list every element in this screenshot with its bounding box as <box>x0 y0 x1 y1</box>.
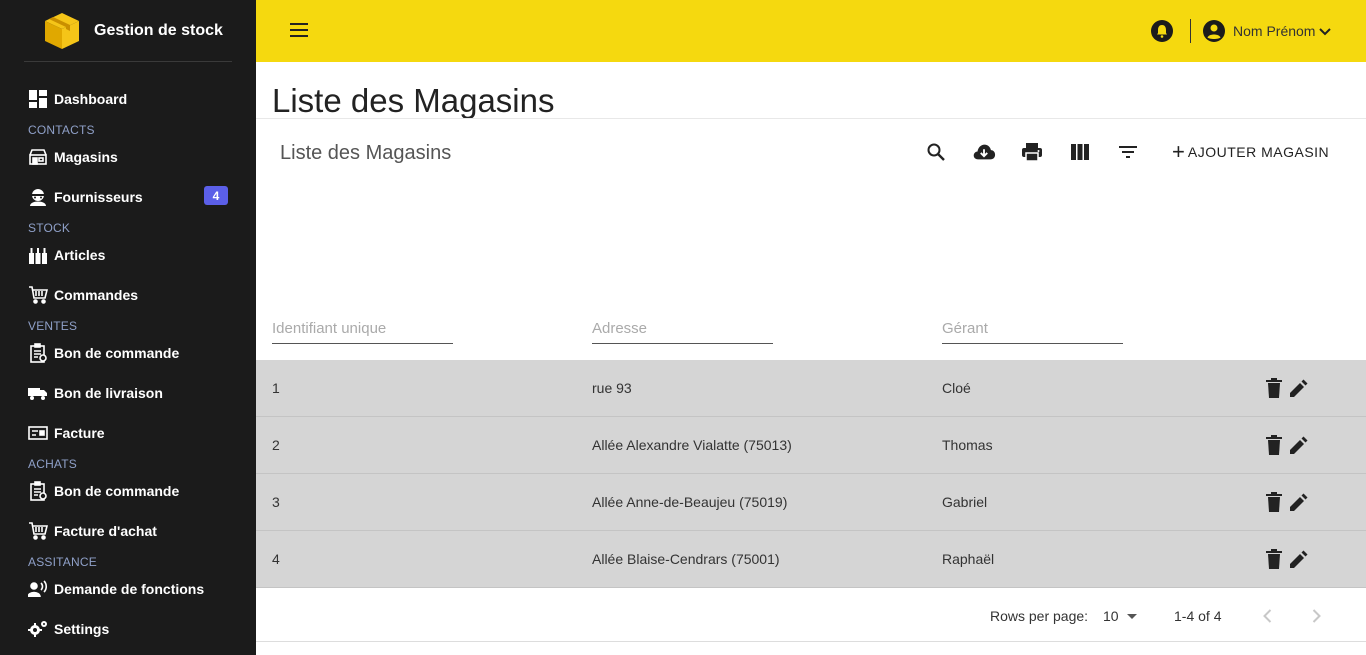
sidebar-item-label: Commandes <box>54 287 139 303</box>
menu-icon[interactable] <box>290 22 308 38</box>
section-contacts: CONTACTS <box>28 123 95 137</box>
edit-icon[interactable] <box>1288 491 1308 513</box>
sidebar-item-label: Bon de commande <box>54 483 180 499</box>
chevron-down-icon <box>1318 24 1332 38</box>
store-icon <box>28 147 48 167</box>
app-title: Gestion de stock <box>94 21 223 39</box>
cell-manager: Cloé <box>942 380 971 396</box>
caret-down-icon <box>1126 613 1137 619</box>
delete-icon[interactable] <box>1264 434 1284 456</box>
section-stock: STOCK <box>28 221 71 235</box>
sidebar-item-facture[interactable]: Facture <box>28 421 228 445</box>
sidebar-item-facture-achat[interactable]: Facture d'achat <box>28 519 228 543</box>
section-achats: ACHATS <box>28 457 77 471</box>
sidebar-item-articles[interactable]: Articles <box>28 243 228 267</box>
clipboard-icon <box>28 343 48 363</box>
cell-manager: Gabriel <box>942 494 988 510</box>
gears-icon <box>28 619 48 639</box>
sidebar-item-label: Demande de fonctions <box>54 581 205 597</box>
section-assistance: ASSITANCE <box>28 555 97 569</box>
search-icon[interactable] <box>924 140 948 164</box>
topbar: Nom Prénom <box>256 0 1366 62</box>
delete-icon[interactable] <box>1264 377 1284 399</box>
clipboard-icon <box>28 481 48 501</box>
table-row[interactable]: 3 Allée Anne-de-Beaujeu (75019) Gabriel <box>256 474 1366 531</box>
chevron-right-icon[interactable] <box>1304 604 1328 628</box>
sidebar: Gestion de stock Dashboard CONTACTS Maga… <box>0 0 256 655</box>
pagination-range: 1-4 of 4 <box>1174 608 1222 624</box>
sidebar-item-fournisseurs[interactable]: Fournisseurs 4 <box>28 185 228 209</box>
rows-per-page-select[interactable]: 10 <box>1103 606 1139 626</box>
count-badge: 4 <box>204 186 228 205</box>
chevron-left-icon[interactable] <box>1256 604 1280 628</box>
sidebar-item-dashboard[interactable]: Dashboard <box>28 87 228 111</box>
dashboard-icon <box>28 89 48 109</box>
id-filter-input[interactable]: Identifiant unique <box>272 318 453 344</box>
user-menu[interactable]: Nom Prénom <box>1202 19 1332 43</box>
manager-filter-input[interactable]: Gérant <box>942 318 1123 344</box>
sidebar-item-magasins[interactable]: Magasins <box>28 145 228 169</box>
cell-id: 2 <box>272 437 280 453</box>
delete-icon[interactable] <box>1264 548 1284 570</box>
sidebar-item-label: Dashboard <box>54 91 128 107</box>
truck-icon <box>28 383 48 403</box>
user-name: Nom Prénom <box>1233 23 1316 39</box>
edit-icon[interactable] <box>1288 434 1308 456</box>
address-filter-input[interactable]: Adresse <box>592 318 773 344</box>
sidebar-item-label: Facture <box>54 425 105 441</box>
sidebar-item-label: Articles <box>54 247 106 263</box>
voice-icon <box>28 579 48 599</box>
download-icon[interactable] <box>972 140 996 164</box>
pagination: Rows per page: 10 1-4 of 4 <box>256 588 1366 642</box>
edit-icon[interactable] <box>1288 377 1308 399</box>
delete-icon[interactable] <box>1264 491 1284 513</box>
cell-id: 3 <box>272 494 280 510</box>
cart-icon <box>28 521 48 541</box>
sidebar-item-commandes[interactable]: Commandes <box>28 283 228 307</box>
cell-address: Allée Anne-de-Beaujeu (75019) <box>592 494 788 510</box>
cart-icon <box>28 285 48 305</box>
print-icon[interactable] <box>1020 140 1044 164</box>
sidebar-item-label: Facture d'achat <box>54 523 157 539</box>
section-ventes: VENTES <box>28 319 78 333</box>
supplier-icon <box>28 187 48 207</box>
table-row[interactable]: 2 Allée Alexandre Vialatte (75013) Thoma… <box>256 417 1366 474</box>
rows-per-page-label: Rows per page: <box>990 608 1089 624</box>
cell-id: 1 <box>272 380 280 396</box>
bell-icon[interactable] <box>1150 19 1174 43</box>
cell-address: Allée Blaise-Cendrars (75001) <box>592 551 780 567</box>
edit-icon[interactable] <box>1288 548 1308 570</box>
table-title: Liste des Magasins <box>280 142 452 164</box>
sidebar-item-label: Bon de livraison <box>54 385 163 401</box>
add-store-button[interactable]: + AJOUTER MAGASIN <box>1172 140 1329 164</box>
columns-icon[interactable] <box>1068 140 1092 164</box>
cell-address: Allée Alexandre Vialatte (75013) <box>592 437 792 453</box>
sidebar-item-label: Fournisseurs <box>54 189 143 205</box>
page-title: Liste des Magasins <box>272 82 555 119</box>
cell-manager: Raphaël <box>942 551 995 567</box>
cell-id: 4 <box>272 551 280 567</box>
avatar-icon <box>1202 19 1226 43</box>
card-icon <box>28 423 48 443</box>
sidebar-item-demande-de-fonctions[interactable]: Demande de fonctions <box>28 577 228 601</box>
table-row[interactable]: 1 rue 93 Cloé <box>256 360 1366 417</box>
cell-address: rue 93 <box>592 380 632 396</box>
table-row[interactable]: 4 Allée Blaise-Cendrars (75001) Raphaël <box>256 531 1366 588</box>
filter-icon[interactable] <box>1116 140 1140 164</box>
divider <box>256 118 1366 119</box>
box-logo-icon <box>42 11 82 51</box>
sidebar-item-label: Magasins <box>54 149 118 165</box>
divider <box>1190 19 1191 43</box>
sidebar-item-label: Bon de commande <box>54 345 180 361</box>
brand[interactable]: Gestion de stock <box>24 0 232 62</box>
plus-icon: + <box>1172 139 1185 164</box>
sidebar-item-bon-de-commande-achats[interactable]: Bon de commande <box>28 479 228 503</box>
main-content: Liste des Magasins Liste des Magasins + … <box>256 62 1366 655</box>
cell-manager: Thomas <box>942 437 993 453</box>
sidebar-item-settings[interactable]: Settings <box>28 617 228 641</box>
sidebar-item-label: Settings <box>54 621 110 637</box>
bottles-icon <box>28 245 48 265</box>
sidebar-item-bon-de-livraison[interactable]: Bon de livraison <box>28 381 228 405</box>
sidebar-item-bon-de-commande-ventes[interactable]: Bon de commande <box>28 341 228 365</box>
